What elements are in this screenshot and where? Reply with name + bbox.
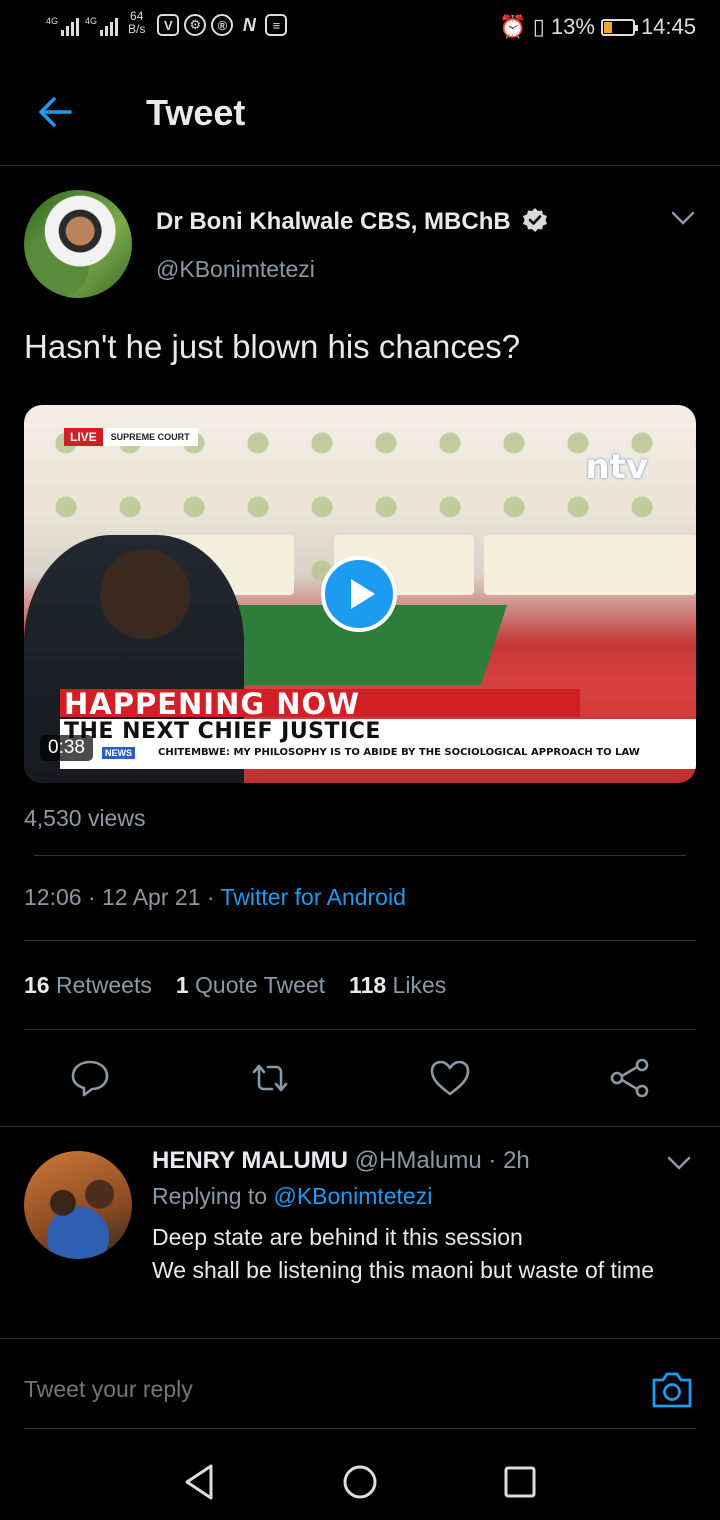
replying-to-handle[interactable]: @KBonimtetezi bbox=[273, 1183, 432, 1209]
live-badge: LIVE SUPREME COURT bbox=[64, 428, 198, 446]
quote-tweets-stat[interactable]: 1 Quote Tweet bbox=[176, 972, 325, 999]
video-duration: 0:38 bbox=[40, 735, 93, 761]
replying-to: Replying to @KBonimtetezi bbox=[152, 1183, 433, 1209]
video-scene-table bbox=[484, 535, 634, 595]
registered-icon: ® bbox=[211, 14, 234, 36]
reply-tweet[interactable]: HENRY MALUMU @HMalumu · 2h Replying to @… bbox=[0, 1127, 720, 1339]
system-nav-bar bbox=[0, 1440, 720, 1520]
cellular-signal-icon: 4G bbox=[46, 14, 80, 36]
reply-author-avatar[interactable] bbox=[24, 1151, 132, 1259]
reply-author-name[interactable]: HENRY MALUMU bbox=[152, 1147, 348, 1174]
tweet-meta: 12:06 · 12 Apr 21 · Twitter for Android bbox=[24, 884, 406, 911]
tweet-date: 12 Apr 21 bbox=[102, 884, 201, 910]
divider bbox=[24, 1428, 696, 1429]
reply-age: · 2h bbox=[488, 1147, 530, 1174]
video-scene-table bbox=[624, 535, 696, 595]
status-bar: 4G 4G 64 B/s V ⚙ ® N ≡ ⏰ ▯ 13% 14:45 bbox=[0, 0, 720, 56]
clock: 14:45 bbox=[640, 14, 696, 39]
vibrate-icon: ▯ bbox=[532, 14, 545, 39]
back-arrow-icon[interactable] bbox=[34, 90, 78, 134]
share-icon[interactable] bbox=[608, 1056, 652, 1100]
engagement-stats: 16 Retweets 1 Quote Tweet 118 Likes bbox=[24, 972, 446, 999]
play-button[interactable] bbox=[321, 556, 397, 632]
news-tag: NEWS bbox=[102, 747, 135, 759]
top-app-bar: Tweet bbox=[0, 70, 720, 166]
camera-icon[interactable] bbox=[650, 1370, 694, 1410]
reply-input[interactable] bbox=[24, 1376, 524, 1403]
team-crest-icon: ⚙ bbox=[184, 14, 207, 36]
page-title: Tweet bbox=[146, 92, 246, 133]
cellular-signal-2-icon: 4G bbox=[85, 14, 119, 36]
reply-text: Deep state are behind it this session We… bbox=[152, 1224, 654, 1283]
vpn-icon: V bbox=[157, 14, 180, 36]
play-icon bbox=[351, 579, 375, 609]
divider bbox=[24, 1029, 696, 1030]
alarm-icon: ⏰ bbox=[499, 14, 527, 39]
separator-dot: · bbox=[87, 884, 103, 910]
retweet-icon[interactable] bbox=[248, 1056, 292, 1100]
channel-logo: ntv bbox=[585, 447, 648, 487]
news-icon: ≡ bbox=[265, 14, 288, 36]
video-headline: HAPPENING NOW bbox=[64, 687, 361, 721]
reply-header: HENRY MALUMU @HMalumu · 2h bbox=[152, 1147, 530, 1175]
video-player[interactable]: LIVE SUPREME COURT ntv HAPPENING NOW THE… bbox=[24, 405, 696, 783]
view-count: 4,530 views bbox=[24, 805, 146, 831]
like-heart-icon[interactable] bbox=[428, 1056, 472, 1100]
chevron-down-icon[interactable] bbox=[666, 1153, 692, 1173]
battery-percent: 13% bbox=[550, 14, 595, 39]
chevron-down-icon[interactable] bbox=[670, 208, 696, 228]
news-ticker: CHITEMBWE: MY PHILOSOPHY IS TO ABIDE BY … bbox=[158, 747, 640, 758]
author-avatar[interactable] bbox=[24, 190, 132, 298]
tweet-author: Dr Boni Khalwale CBS, MBChB @KBonimtetez… bbox=[24, 188, 696, 298]
nav-home-icon[interactable] bbox=[338, 1460, 382, 1504]
battery-icon bbox=[600, 18, 638, 36]
nfc-icon: N bbox=[242, 14, 256, 35]
reply-composer bbox=[0, 1340, 720, 1430]
tweet-time: 12:06 bbox=[24, 884, 82, 910]
reply-icon[interactable] bbox=[68, 1056, 112, 1100]
network-speed: 64 B/s bbox=[128, 9, 146, 36]
nav-recents-icon[interactable] bbox=[498, 1460, 542, 1504]
author-name[interactable]: Dr Boni Khalwale CBS, MBChB bbox=[156, 208, 511, 236]
nav-back-icon[interactable] bbox=[178, 1460, 222, 1504]
tweet-client-link[interactable]: Twitter for Android bbox=[221, 884, 406, 910]
video-subheadline: THE NEXT CHIEF JUSTICE bbox=[64, 719, 381, 744]
divider bbox=[24, 940, 696, 941]
verified-badge-icon bbox=[523, 208, 547, 232]
divider bbox=[34, 855, 686, 856]
separator-dot: · bbox=[206, 884, 221, 910]
retweets-stat[interactable]: 16 Retweets bbox=[24, 972, 152, 999]
tweet-actions bbox=[0, 1050, 720, 1108]
author-handle[interactable]: @KBonimtetezi bbox=[156, 256, 315, 283]
reply-author-handle[interactable]: @HMalumu bbox=[355, 1147, 482, 1174]
likes-stat[interactable]: 118 Likes bbox=[349, 972, 446, 999]
tweet-text: Hasn't he just blown his chances? bbox=[24, 328, 521, 365]
